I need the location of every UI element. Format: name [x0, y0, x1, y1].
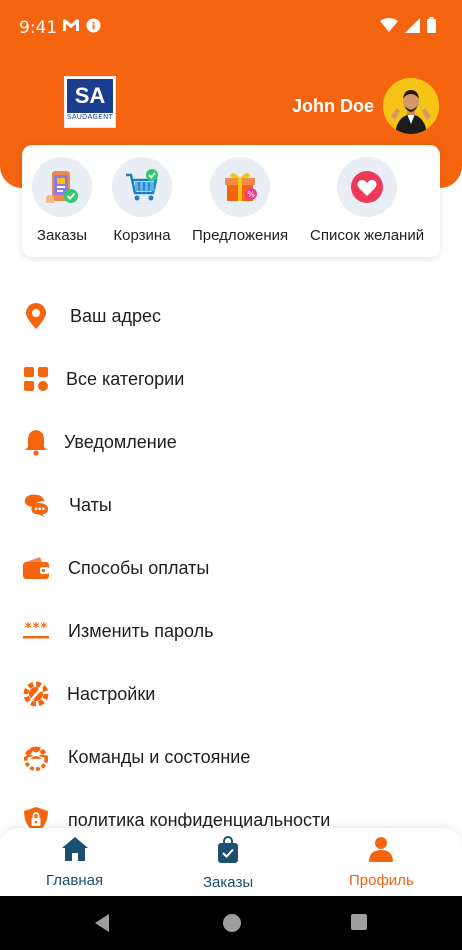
user-name: John Doe: [291, 96, 374, 116]
heart-icon: [337, 157, 398, 217]
quick-action-label: Предложения: [192, 227, 289, 244]
cart-icon: [112, 157, 172, 217]
status-icons: [380, 17, 436, 38]
menu-item-label: Изменить пароль: [68, 620, 214, 641]
quick-action-label: Список желаний: [310, 227, 425, 244]
nav-label: Заказы: [203, 874, 254, 891]
menu-item-categories[interactable]: Все категории: [0, 348, 462, 410]
menu-item-label: Ваш адрес: [70, 305, 161, 326]
system-navigation-bar: [0, 896, 462, 950]
menu-item-payments[interactable]: Способы оплаты: [0, 537, 462, 599]
menu-item-label: Команды и состояние: [68, 746, 251, 767]
grid-icon: [22, 365, 50, 393]
brand-logo: SA SAUDAGENT: [64, 76, 116, 128]
quick-action-wishlist[interactable]: Список желаний: [310, 157, 424, 244]
signal-icon: [405, 17, 420, 38]
shopping-bag-icon: [216, 836, 240, 869]
quick-actions-card: Заказы Корзина % Предложения Список жела…: [22, 145, 440, 257]
menu-item-chats[interactable]: Чаты: [0, 474, 462, 536]
wallet-icon: [22, 554, 50, 582]
menu-item-address[interactable]: Ваш адрес: [0, 285, 462, 347]
menu-item-label: Уведомление: [64, 431, 177, 452]
nav-item-orders[interactable]: Заказы: [203, 836, 253, 891]
gift-offer-icon: %: [210, 157, 271, 217]
menu-item-settings[interactable]: Настройки: [0, 663, 462, 725]
svg-text:%: %: [247, 190, 255, 199]
password-icon: ***: [22, 617, 50, 645]
quick-action-orders[interactable]: Заказы: [32, 157, 92, 244]
nav-label-active: Профиль: [349, 872, 414, 889]
logo-subtext: SAUDAGENT: [66, 114, 114, 121]
gmail-icon: [62, 18, 80, 37]
location-pin-icon: [22, 302, 50, 330]
profile-screen: 9:41 SA SAUDAGENT John Doe Заказы Корзин…: [0, 0, 462, 950]
nav-item-home[interactable]: Главная: [46, 836, 103, 889]
quick-action-cart[interactable]: Корзина: [112, 157, 172, 244]
info-icon: [86, 18, 101, 38]
avatar[interactable]: [383, 78, 439, 134]
profile-icon: [368, 836, 394, 867]
chat-icon: [22, 491, 50, 519]
quick-action-label: Заказы: [36, 227, 88, 244]
wifi-icon: [380, 18, 398, 37]
nav-item-profile[interactable]: Профиль: [349, 836, 414, 889]
orders-phone-icon: [32, 157, 92, 217]
nav-label: Главная: [46, 872, 104, 889]
quick-action-label: Корзина: [113, 227, 171, 244]
menu-item-notifications[interactable]: Уведомление: [0, 411, 462, 473]
settings-wrench-icon: [22, 680, 50, 708]
quick-action-offers[interactable]: % Предложения: [192, 157, 288, 244]
menu-item-label: Все категории: [66, 368, 185, 389]
menu-item-change-password[interactable]: *** Изменить пароль: [0, 600, 462, 662]
recents-icon[interactable]: [350, 913, 368, 936]
team-gear-icon: [22, 743, 50, 771]
menu-item-label: Чаты: [69, 494, 112, 515]
home-icon: [61, 836, 89, 867]
battery-icon: [427, 17, 436, 38]
bell-icon: [22, 428, 50, 456]
home-button-icon[interactable]: [222, 913, 242, 938]
svg-text:***: ***: [24, 621, 48, 636]
menu-item-label: Настройки: [67, 683, 156, 704]
logo-mark: SA: [67, 79, 113, 113]
status-bar: 9:41: [0, 0, 462, 52]
status-time: 9:41: [19, 18, 58, 38]
menu-item-label: Способы оплаты: [68, 557, 210, 578]
bottom-navigation: Главная Заказы Профиль: [0, 828, 462, 896]
menu-item-teams[interactable]: Команды и состояние: [0, 726, 462, 788]
back-icon[interactable]: [93, 913, 111, 938]
